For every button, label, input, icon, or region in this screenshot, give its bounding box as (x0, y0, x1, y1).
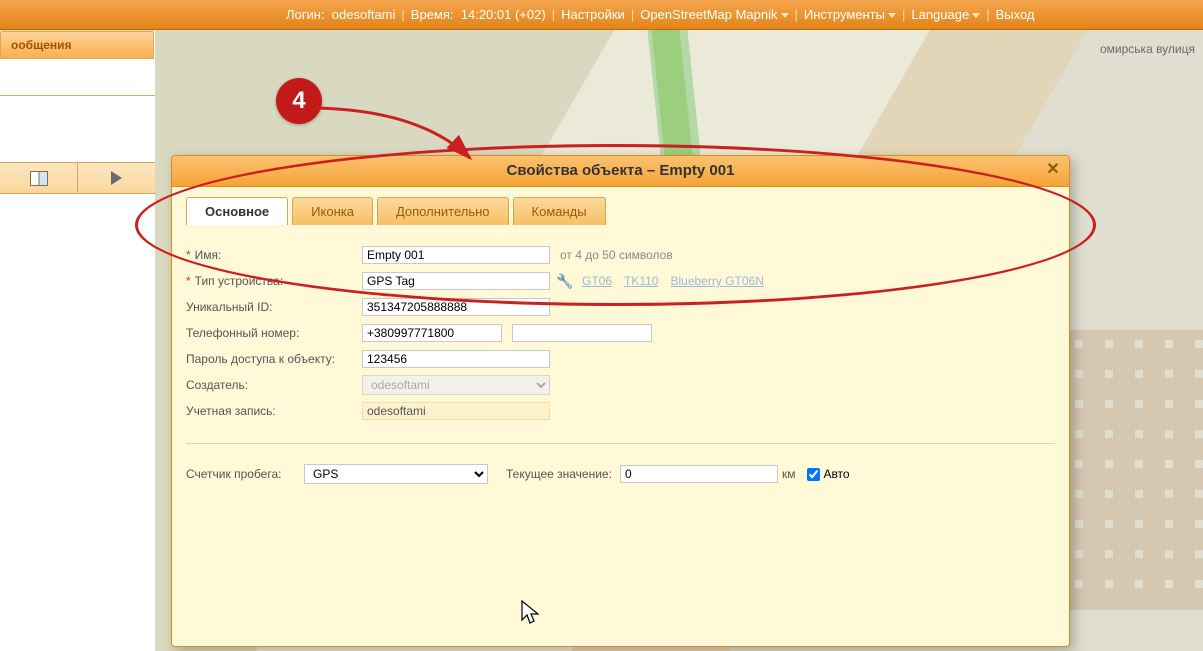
sidebar-gap (0, 59, 155, 96)
tab-icon[interactable]: Иконка (292, 197, 373, 225)
tab-extra[interactable]: Дополнительно (377, 197, 509, 225)
separator: | (902, 7, 905, 22)
label-creator: Создатель: (186, 378, 362, 392)
input-device-type[interactable] (362, 272, 550, 290)
divider (186, 443, 1055, 444)
caret-down-icon (972, 13, 980, 18)
hint-name: от 4 до 50 символов (560, 248, 673, 262)
readonly-account: odesoftami (362, 402, 550, 420)
input-phone-1[interactable] (362, 324, 502, 342)
sidebar-tool-play[interactable] (78, 163, 155, 193)
label-odometer-auto: Авто (823, 467, 849, 481)
language-dropdown[interactable]: Language (911, 7, 980, 22)
label-password: Пароль доступа к объекту: (186, 352, 362, 366)
basemap-label: OpenStreetMap Mapnik (640, 7, 777, 22)
preset-link-blueberry[interactable]: Blueberry GT06N (670, 274, 763, 288)
dialog-title-text: Свойства объекта – Empty 001 (507, 162, 735, 179)
annotation-step-badge: 4 (276, 78, 322, 124)
tab-main[interactable]: Основное (186, 197, 288, 225)
dialog-body: Основное Иконка Дополнительно Команды * И… (172, 187, 1069, 498)
input-phone-2[interactable] (512, 324, 652, 342)
map-buildings-overlay (1053, 330, 1203, 610)
separator: | (631, 7, 634, 22)
checkbox-odometer-auto[interactable] (807, 468, 820, 481)
dialog-titlebar[interactable]: Свойства объекта – Empty 001 ✕ (172, 156, 1069, 187)
book-icon (30, 171, 48, 186)
login-label: Логин: (286, 7, 325, 22)
input-odometer-value[interactable] (620, 465, 778, 483)
odometer-row: Счетчик пробега: GPS Текущее значение: к… (186, 462, 1055, 486)
tools-dropdown[interactable]: Инструменты (804, 7, 896, 22)
label-phone: Телефонный номер: (186, 326, 362, 340)
tab-commands[interactable]: Команды (513, 197, 606, 225)
logout-link[interactable]: Выход (996, 7, 1035, 22)
label-device-type-text: Тип устройства: (195, 274, 284, 288)
settings-link[interactable]: Настройки (561, 7, 625, 22)
caret-down-icon (781, 13, 789, 18)
language-label: Language (911, 7, 969, 22)
required-marker: * (186, 248, 191, 262)
top-menu-bar: Логин: odesoftami | Время: 14:20:01 (+02… (0, 0, 1203, 30)
separator: | (795, 7, 798, 22)
label-odometer-current: Текущее значение: (506, 467, 612, 481)
login-user: odesoftami (332, 7, 396, 22)
time-label: Время: (411, 7, 454, 22)
preset-link-tk110[interactable]: TK110 (624, 274, 658, 288)
select-creator: odesoftami (362, 375, 550, 395)
time-value: 14:20:01 (+02) (461, 7, 546, 22)
select-odometer-source[interactable]: GPS (304, 464, 488, 484)
separator: | (401, 7, 404, 22)
separator: | (986, 7, 989, 22)
label-odometer: Счетчик пробега: (186, 467, 296, 481)
left-sidebar: ообщения (0, 31, 155, 651)
caret-down-icon (888, 13, 896, 18)
basemap-dropdown[interactable]: OpenStreetMap Mapnik (640, 7, 788, 22)
input-name[interactable] (362, 246, 550, 264)
preset-link-gt06[interactable]: GT06 (582, 274, 612, 288)
label-name-text: Имя: (195, 248, 222, 262)
close-icon[interactable]: ✕ (1043, 160, 1063, 180)
sidebar-tab-messages[interactable]: ообщения (0, 31, 154, 59)
device-preset-links: 🔧 GT06 TK110 Blueberry GT06N (556, 274, 764, 288)
sidebar-tool-log[interactable] (0, 163, 78, 193)
separator: | (552, 7, 555, 22)
label-uid: Уникальный ID: (186, 300, 362, 314)
dialog-tabs: Основное Иконка Дополнительно Команды (186, 197, 1055, 225)
label-name: * Имя: (186, 248, 362, 262)
required-marker: * (186, 274, 191, 288)
tools-label: Инструменты (804, 7, 885, 22)
input-password[interactable] (362, 350, 550, 368)
wrench-icon[interactable]: 🔧 (556, 274, 570, 288)
unit-km: км (782, 467, 796, 481)
input-uid[interactable] (362, 298, 550, 316)
object-properties-dialog: Свойства объекта – Empty 001 ✕ Основное … (171, 155, 1070, 647)
label-device-type: * Тип устройства: (186, 274, 362, 288)
label-account: Учетная запись: (186, 404, 362, 418)
play-icon (111, 171, 122, 185)
sidebar-toolbar (0, 162, 155, 194)
